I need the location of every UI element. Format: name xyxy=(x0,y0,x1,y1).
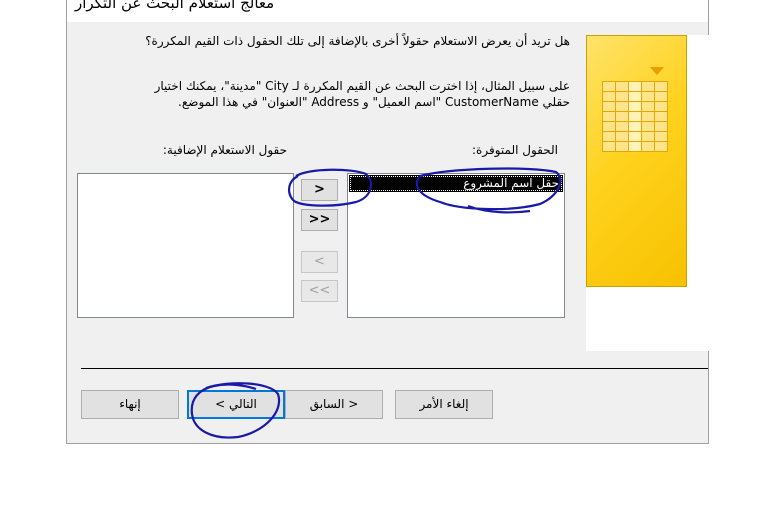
back-button[interactable]: < السابق xyxy=(285,390,383,419)
grid-cell xyxy=(641,141,655,152)
remove-all-fields-button[interactable]: << xyxy=(301,280,338,302)
available-fields-list[interactable]: حقل اسم المشروع xyxy=(347,173,565,318)
additional-fields-list[interactable] xyxy=(77,173,294,318)
question-text: هل تريد أن يعرض الاستعلام حقولاً أخرى با… xyxy=(145,34,570,48)
available-fields-label: الحقول المتوفرة: xyxy=(472,143,558,157)
grid-cell xyxy=(628,141,642,152)
next-button[interactable]: التالي > xyxy=(187,390,285,419)
title-bar: معالج استعلام البحث عن التكرار xyxy=(67,0,708,22)
finish-button[interactable]: إنهاء xyxy=(81,390,179,419)
example-text-line2: حقلي CustomerName "اسم العميل" و Address… xyxy=(178,95,570,109)
additional-fields-label: حقول الاستعلام الإضافية: xyxy=(162,143,287,157)
list-item-selected[interactable]: حقل اسم المشروع xyxy=(349,175,563,192)
wizard-illustration xyxy=(586,35,687,287)
add-all-fields-button[interactable]: >> xyxy=(301,209,338,231)
remove-field-button[interactable]: < xyxy=(301,251,338,273)
grid-cell xyxy=(602,141,616,152)
add-field-button[interactable]: > xyxy=(301,179,338,201)
grid-cell xyxy=(654,141,668,152)
dropdown-arrow-icon xyxy=(650,67,664,75)
example-text-line1: على سبيل المثال، إذا اخترت البحث عن القي… xyxy=(154,79,570,93)
cancel-button[interactable]: إلغاء الأمر xyxy=(395,390,493,419)
grid-cell xyxy=(615,141,629,152)
footer-separator xyxy=(81,368,708,369)
window-title: معالج استعلام البحث عن التكرار xyxy=(75,0,275,12)
wizard-dialog: معالج استعلام البحث عن التكرار هل تريد أ… xyxy=(66,0,710,444)
